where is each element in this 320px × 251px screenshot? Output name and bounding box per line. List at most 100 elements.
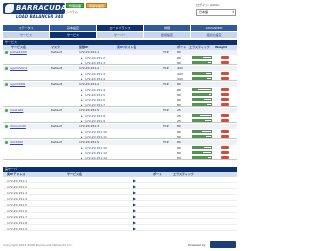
weight-bar-fill xyxy=(193,73,206,74)
real-server-list-row[interactable]: 172.20.151.6 ▶ xyxy=(3,208,237,213)
main-tabs: ステータス 基本設定 ロードバランス 詳細 ADVANCED サービス サービス… xyxy=(3,25,237,38)
real-server-ip[interactable]: 172.20.151.9 xyxy=(85,119,105,123)
subtab-connection[interactable]: 接続の設定 xyxy=(191,32,237,38)
brand-name: BARRACUDA xyxy=(16,4,67,12)
real-server-list-row[interactable]: 172.20.151.8 ▶ xyxy=(3,220,237,225)
real-server-list-row[interactable]: 172.20.151.5 ▶ xyxy=(3,202,237,207)
disable-button[interactable] xyxy=(221,151,229,154)
expand-arrow-icon[interactable]: ▶ xyxy=(133,184,136,189)
expand-arrow-icon[interactable]: ▶ xyxy=(133,196,136,201)
weight-bar-fill xyxy=(193,78,207,79)
service-virtual-ip: 172.20.151.2 xyxy=(79,66,100,70)
disable-button[interactable] xyxy=(221,119,229,122)
disable-button[interactable] xyxy=(221,130,229,133)
copyright-text: Copyright 2004-2008 Barracuda Networks I… xyxy=(3,243,73,247)
logo-box: BARRACUDA xyxy=(3,3,67,14)
service-name-link[interactable]: rfmdit00 xyxy=(10,141,23,144)
subtab-services-active[interactable]: サービス xyxy=(50,32,96,38)
header-badges: 管理画面 高度な設定 xyxy=(66,3,108,8)
chevron-down-icon: ▾ xyxy=(232,10,234,14)
expand-arrow-icon[interactable]: ▶ xyxy=(133,178,136,183)
disable-button[interactable] xyxy=(221,72,229,75)
tab-status[interactable]: ステータス xyxy=(3,25,49,31)
real-server-list-row[interactable]: 172.20.151.7 ▶ xyxy=(3,214,237,219)
service-name-link[interactable]: pilmaddi00 xyxy=(10,51,27,54)
arrow-right-icon: ▸ xyxy=(81,77,83,81)
weight-bar-fill xyxy=(193,147,204,148)
weight-bar xyxy=(192,151,212,154)
tab-basic[interactable]: 基本設定 xyxy=(50,25,96,31)
disable-button[interactable] xyxy=(221,61,229,64)
status-dot-icon xyxy=(5,83,8,86)
service-protocol: TCP xyxy=(163,124,169,128)
col-real-port: ポート xyxy=(153,172,163,176)
disable-button[interactable] xyxy=(221,88,229,91)
real-server-ip[interactable]: 172.20.151.4 xyxy=(85,77,105,81)
expand-arrow-icon[interactable]: ▶ xyxy=(133,190,136,195)
arrow-right-icon: ▸ xyxy=(81,61,83,65)
disable-button[interactable] xyxy=(221,146,229,149)
weight-bar xyxy=(192,93,212,96)
weight-bar-fill xyxy=(193,131,202,132)
real-server-port: 80 xyxy=(177,61,181,65)
disable-button[interactable] xyxy=(221,103,229,106)
weight-bar xyxy=(192,130,212,133)
service-protocol: TCP xyxy=(163,82,169,86)
disable-button[interactable] xyxy=(221,156,229,159)
advanced-badge[interactable]: 高度な設定 xyxy=(86,3,108,8)
weight-bar xyxy=(192,119,212,122)
disable-button[interactable] xyxy=(221,98,229,101)
subtab-monitor[interactable]: 監視設定 xyxy=(144,32,190,38)
col-real-service: サービス名 xyxy=(67,172,83,176)
real-ip-text: 172.20.151.1 xyxy=(7,179,28,183)
subtab-servers[interactable]: サーバー xyxy=(97,32,143,38)
real-server-list-row[interactable]: 172.20.151.4 ▶ xyxy=(3,196,237,201)
expand-arrow-icon[interactable]: ▶ xyxy=(133,214,136,219)
service-virtual-ip: 172.20.151.2 xyxy=(79,82,100,86)
barracuda-logo[interactable]: BARRACUDA LOAD BALANCER 340 xyxy=(3,3,67,20)
disable-button[interactable] xyxy=(221,56,229,59)
expand-arrow-icon[interactable]: ▶ xyxy=(133,226,136,231)
disable-button[interactable] xyxy=(221,135,229,138)
admin-badge[interactable]: 管理画面 xyxy=(66,3,85,8)
tab-load-balance[interactable]: ロードバランス xyxy=(97,25,143,31)
service-port: 80 xyxy=(177,82,181,86)
real-server-list-row[interactable]: 172.20.151.3 ▶ xyxy=(3,190,237,195)
disable-button[interactable] xyxy=(221,114,229,117)
real-server-list-row[interactable]: 172.20.151.2 ▶ xyxy=(3,184,237,189)
service-name-link[interactable]: mailrelt0 xyxy=(10,109,23,112)
footer-logo[interactable] xyxy=(210,241,236,248)
arrow-right-icon: ▸ xyxy=(81,119,83,123)
weight-bar-fill xyxy=(193,157,209,158)
real-server-ip[interactable]: 172.20.151.7 xyxy=(85,103,105,107)
real-ip-text: 172.20.151.9 xyxy=(7,227,28,231)
real-ip-text: 172.20.151.6 xyxy=(7,209,28,213)
real-server-ip[interactable]: 172.20.151.11 xyxy=(85,135,107,139)
real-server-list-row[interactable]: 172.20.151.1 ▶ xyxy=(3,178,237,183)
real-server-row: ▸ 172.20.151.9 25 xyxy=(79,118,237,123)
weight-bar xyxy=(192,56,212,59)
real-ip-text: 172.20.151.8 xyxy=(7,221,28,225)
real-server-ip[interactable]: 172.20.151.14 xyxy=(85,156,107,160)
service-name-link[interactable]: agumhotn1 xyxy=(10,67,27,70)
tab-advanced[interactable]: ADVANCED xyxy=(191,25,237,31)
language-select[interactable]: 日本語 ▾ xyxy=(196,9,236,16)
real-server-ip[interactable]: 172.20.151.3 xyxy=(85,61,105,65)
weight-bar-fill xyxy=(193,99,204,100)
service-name-link[interactable]: rfxzcomd0 xyxy=(10,125,26,128)
weight-bar xyxy=(192,114,212,117)
real-server-list-row[interactable]: 172.20.151.9 ▶ xyxy=(3,226,237,231)
real-ip-text: 172.20.151.5 xyxy=(7,203,28,207)
expand-arrow-icon[interactable]: ▶ xyxy=(133,208,136,213)
service-block: agumfdd0 Default 172.20.151.2 TCP 80 ▸ 172.20.… xyxy=(3,82,237,107)
expand-arrow-icon[interactable]: ▶ xyxy=(133,220,136,225)
weight-bar-fill xyxy=(193,57,203,58)
header-link[interactable]: システム xyxy=(66,10,78,14)
tab-detail[interactable]: 詳細 xyxy=(144,25,190,31)
expand-arrow-icon[interactable]: ▶ xyxy=(133,202,136,207)
disable-button[interactable] xyxy=(221,77,229,80)
service-virtual-ip: 172.20.151.5 xyxy=(79,108,100,112)
disable-button[interactable] xyxy=(221,93,229,96)
subtab-services[interactable]: サービス xyxy=(3,32,49,38)
service-name-link[interactable]: agumfdd0 xyxy=(10,83,25,86)
